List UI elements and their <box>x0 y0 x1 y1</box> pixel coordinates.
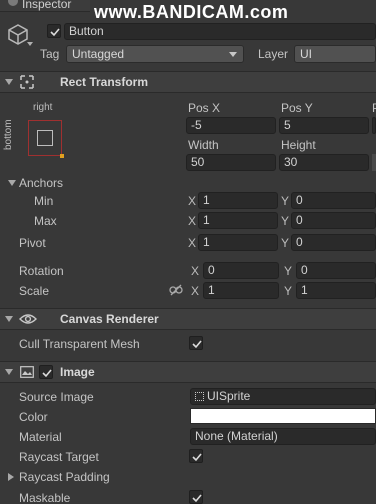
tag-dropdown[interactable]: Untagged <box>66 45 244 63</box>
maskable-label: Maskable <box>19 491 71 504</box>
inspector-tab[interactable]: Inspector <box>0 0 90 12</box>
anchor-preset-dot <box>60 154 64 158</box>
scale-label: Scale <box>19 284 50 298</box>
object-name-input[interactable]: Button <box>64 23 376 40</box>
scale-y-label: Y <box>284 284 293 298</box>
raycast-padding-foldout-icon[interactable] <box>8 473 14 481</box>
anchor-max-y-input[interactable]: 0 <box>291 212 376 229</box>
tag-value: Untagged <box>72 47 125 61</box>
pos-y-label: Pos Y <box>281 101 313 115</box>
material-label: Material <box>19 430 62 444</box>
foldout-arrow-icon <box>5 79 13 85</box>
anchor-presets-button[interactable] <box>28 120 64 158</box>
pivot-y-label: Y <box>281 236 290 250</box>
pivot-y-input[interactable]: 0 <box>291 234 376 251</box>
bandicam-watermark: www.BANDICAM.com <box>94 2 289 22</box>
rect-transform-header[interactable]: Rect Transform <box>0 71 376 93</box>
sprite-icon <box>195 392 204 401</box>
anchor-max-x-label: X <box>188 214 197 228</box>
canvas-renderer-title: Canvas Renderer <box>60 312 159 326</box>
tag-label: Tag <box>40 47 60 61</box>
anchor-preset-inner-box <box>37 130 53 146</box>
layer-dropdown[interactable]: UI <box>294 45 376 63</box>
anchor-min-y-input[interactable]: 0 <box>291 192 376 209</box>
anchor-min-x-input[interactable]: 1 <box>198 192 278 209</box>
pos-x-label: Pos X <box>188 101 221 115</box>
image-enabled-checkbox[interactable] <box>39 365 53 379</box>
rotation-y-input[interactable]: 0 <box>296 262 376 279</box>
raycast-target-checkbox[interactable] <box>189 449 203 463</box>
rotation-label: Rotation <box>19 264 64 278</box>
anchor-max-y-label: Y <box>281 214 290 228</box>
width-input[interactable]: 50 <box>186 154 276 171</box>
cull-transparent-mesh-label: Cull Transparent Mesh <box>19 337 140 351</box>
anchor-preset-horizontal-label: right <box>33 102 53 113</box>
image-icon <box>20 366 34 381</box>
anchor-min-label: Min <box>34 194 54 208</box>
pos-x-input[interactable]: -5 <box>186 117 276 134</box>
scale-x-input[interactable]: 1 <box>203 282 279 299</box>
height-input[interactable]: 30 <box>279 154 369 171</box>
raycast-padding-label: Raycast Padding <box>19 470 110 484</box>
anchor-max-x-input[interactable]: 1 <box>198 212 278 229</box>
color-label: Color <box>19 410 48 424</box>
color-swatch[interactable] <box>190 408 376 424</box>
scale-y-input[interactable]: 1 <box>296 282 376 299</box>
constrain-proportions-link-icon[interactable] <box>169 284 183 299</box>
pivot-x-input[interactable]: 1 <box>198 234 278 251</box>
anchor-preset-vertical-label: bottom <box>3 119 14 150</box>
anchor-min-y-label: Y <box>281 194 290 208</box>
height-label: Height <box>281 138 316 152</box>
eye-icon <box>19 312 37 329</box>
icon-dropdown-arrow[interactable] <box>27 42 33 46</box>
raycast-target-label: Raycast Target <box>19 450 99 464</box>
foldout-arrow-icon <box>5 316 13 322</box>
chevron-down-icon <box>229 52 237 57</box>
source-image-label: Source Image <box>19 390 94 404</box>
material-field[interactable]: None (Material) <box>190 428 376 445</box>
maskable-checkbox[interactable] <box>189 490 203 504</box>
rect-transform-icon <box>20 75 34 92</box>
inspector-tab-label: Inspector <box>22 0 72 11</box>
rotation-x-label: X <box>191 264 200 278</box>
layer-label: Layer <box>258 47 289 61</box>
foldout-arrow-icon <box>5 369 13 375</box>
source-image-value: UISprite <box>207 389 251 403</box>
pos-z-label: P <box>372 100 376 116</box>
rotation-y-label: Y <box>284 264 293 278</box>
image-header[interactable]: Image <box>0 361 376 383</box>
rotation-x-input[interactable]: 0 <box>203 262 279 279</box>
blueprint-mode-button[interactable] <box>372 154 376 171</box>
pivot-label: Pivot <box>19 236 46 250</box>
pos-y-input[interactable]: 5 <box>279 117 369 134</box>
layer-value: UI <box>300 47 312 61</box>
canvas-renderer-header[interactable]: Canvas Renderer <box>0 308 376 330</box>
anchors-foldout-icon[interactable] <box>8 180 16 186</box>
image-title: Image <box>60 365 95 379</box>
info-icon <box>8 0 18 6</box>
anchor-min-x-label: X <box>188 194 197 208</box>
pos-z-input[interactable] <box>372 117 376 134</box>
scale-x-label: X <box>191 284 200 298</box>
source-image-field[interactable]: UISprite <box>190 388 376 405</box>
cull-transparent-mesh-checkbox[interactable] <box>189 336 203 350</box>
rect-transform-title: Rect Transform <box>60 75 149 89</box>
width-label: Width <box>188 138 219 152</box>
anchor-max-label: Max <box>34 214 57 228</box>
pivot-x-label: X <box>188 236 197 250</box>
anchors-label: Anchors <box>19 176 64 190</box>
active-checkbox[interactable] <box>47 24 61 38</box>
